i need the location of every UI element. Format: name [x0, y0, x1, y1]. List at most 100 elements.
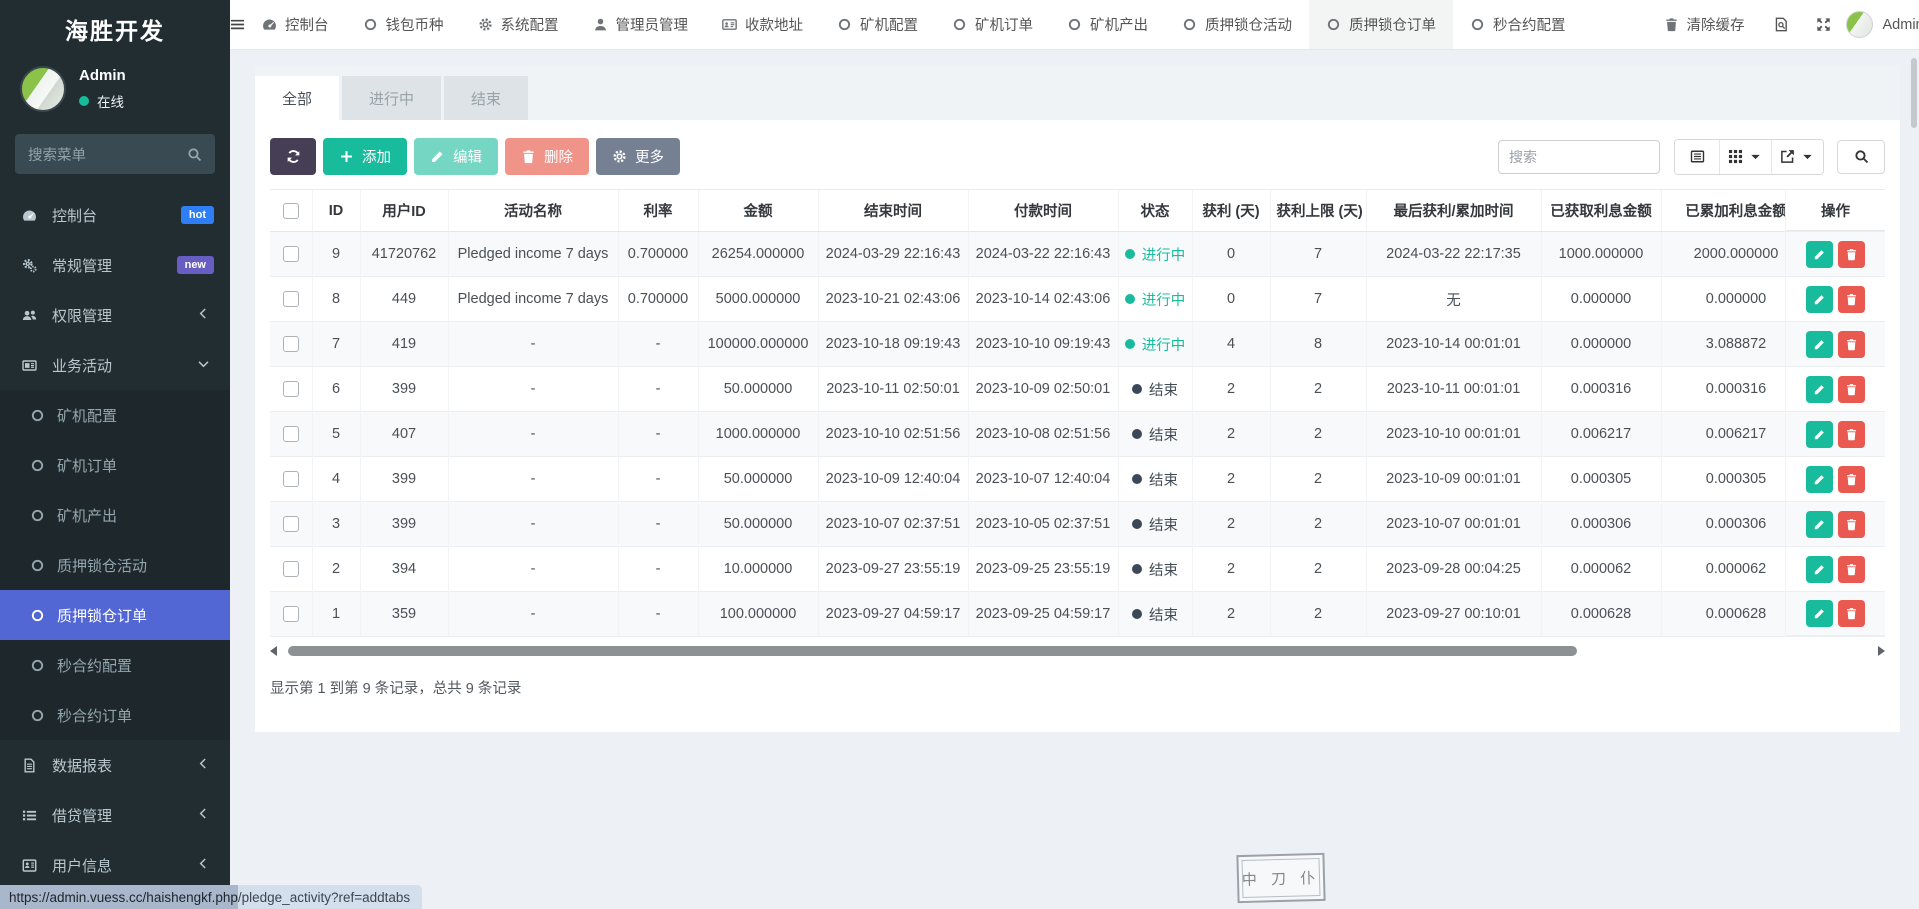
- row-edit-button[interactable]: [1806, 466, 1833, 493]
- sidebar-item-2[interactable]: 权限管理: [0, 290, 230, 340]
- log-search-icon[interactable]: [1762, 0, 1802, 50]
- row-delete-button[interactable]: [1838, 600, 1865, 627]
- row-delete-button[interactable]: [1838, 241, 1865, 268]
- statusbar-link-preview: https://admin.vuess.cc/haishengkf.php /p…: [0, 885, 422, 909]
- row-checkbox[interactable]: [283, 246, 299, 262]
- topnav-item-0[interactable]: 控制台: [245, 0, 346, 49]
- topnav-item-8[interactable]: 质押锁仓活动: [1165, 0, 1309, 49]
- tab-1[interactable]: 进行中: [342, 76, 441, 120]
- toggle-view-button[interactable]: [1675, 140, 1719, 174]
- row-delete-button[interactable]: [1838, 556, 1865, 583]
- more-button[interactable]: 更多: [596, 138, 680, 175]
- submenu-item-3-0[interactable]: 矿机配置: [0, 390, 230, 440]
- refresh-button[interactable]: [270, 138, 316, 175]
- sidebar-item-4[interactable]: 数据报表: [0, 740, 230, 790]
- topnav-avatar[interactable]: [1846, 11, 1873, 38]
- row-checkbox[interactable]: [283, 606, 299, 622]
- scroll-right-icon[interactable]: [1878, 646, 1885, 656]
- fullscreen-icon[interactable]: [1804, 0, 1844, 50]
- sidebar-item-5[interactable]: 借贷管理: [0, 790, 230, 840]
- hamburger-icon[interactable]: [230, 0, 245, 49]
- submenu-item-3-5[interactable]: 秒合约配置: [0, 640, 230, 690]
- scroll-left-icon[interactable]: [270, 646, 277, 656]
- row-checkbox[interactable]: [283, 516, 299, 532]
- row-checkbox[interactable]: [283, 336, 299, 352]
- row-checkbox[interactable]: [283, 561, 299, 577]
- hot-badge: hot: [181, 206, 214, 224]
- row-checkbox[interactable]: [283, 381, 299, 397]
- table-row-2[interactable]: 2394--10.0000002023-09-27 23:55:192023-0…: [270, 547, 1885, 592]
- angle-left-icon: [196, 806, 214, 821]
- submenu-item-3-1[interactable]: 矿机订单: [0, 440, 230, 490]
- row-edit-button[interactable]: [1806, 511, 1833, 538]
- sidebar-item-3[interactable]: 业务活动: [0, 340, 230, 390]
- row-edit-button[interactable]: [1806, 600, 1833, 627]
- topnav-item-2[interactable]: 系统配置: [461, 0, 576, 49]
- topnav-item-10[interactable]: 秒合约配置: [1453, 0, 1583, 49]
- search-submit-button[interactable]: [1837, 140, 1885, 174]
- edit-button[interactable]: 编辑: [414, 138, 498, 175]
- delete-button[interactable]: 删除: [505, 138, 589, 175]
- row-checkbox[interactable]: [283, 471, 299, 487]
- submenu-item-3-3[interactable]: 质押锁仓活动: [0, 540, 230, 590]
- avatar[interactable]: [20, 66, 66, 112]
- cell-activity: -: [448, 592, 618, 637]
- cell-pay_time: 2023-10-08 02:51:56: [968, 412, 1118, 457]
- row-delete-button[interactable]: [1838, 421, 1865, 448]
- submenu-item-3-6[interactable]: 秒合约订单: [0, 690, 230, 740]
- columns-button[interactable]: [1719, 140, 1771, 174]
- new-badge: new: [177, 256, 214, 274]
- sidebar-item-0[interactable]: 控制台hot: [0, 190, 230, 240]
- row-edit-button[interactable]: [1806, 331, 1833, 358]
- table-row-9[interactable]: 941720762Pledged income 7 days0.70000026…: [270, 232, 1885, 277]
- menu-search-input[interactable]: 搜索菜单: [15, 134, 215, 174]
- sidebar-item-1[interactable]: 常规管理new: [0, 240, 230, 290]
- table-row-6[interactable]: 6399--50.0000002023-10-11 02:50:012023-1…: [270, 367, 1885, 412]
- add-button[interactable]: 添加: [323, 138, 407, 175]
- topnav-item-1[interactable]: 钱包币种: [346, 0, 461, 49]
- row-edit-button[interactable]: [1806, 421, 1833, 448]
- topnav-item-7[interactable]: 矿机产出: [1050, 0, 1165, 49]
- sidebar-item-6[interactable]: 用户信息: [0, 840, 230, 890]
- row-delete-button[interactable]: [1838, 331, 1865, 358]
- table-row-1[interactable]: 1359--100.0000002023-09-27 04:59:172023-…: [270, 592, 1885, 637]
- cell-amount: 50.000000: [698, 457, 818, 502]
- cell-profit_days: 2: [1192, 412, 1270, 457]
- table-row-5[interactable]: 5407--1000.0000002023-10-10 02:51:562023…: [270, 412, 1885, 457]
- page-scrollbar[interactable]: [1911, 58, 1917, 128]
- topnav-item-9[interactable]: 质押锁仓订单: [1309, 0, 1453, 49]
- table-search-input[interactable]: [1498, 140, 1660, 174]
- topnav-item-5[interactable]: 矿机配置: [820, 0, 935, 49]
- row-delete-button[interactable]: [1838, 376, 1865, 403]
- row-edit-button[interactable]: [1806, 556, 1833, 583]
- table-row-4[interactable]: 4399--50.0000002023-10-09 12:40:042023-1…: [270, 457, 1885, 502]
- row-edit-button[interactable]: [1806, 241, 1833, 268]
- topnav-item-11[interactable]: 清除缓存: [1647, 0, 1762, 49]
- submenu-item-3-2[interactable]: 矿机产出: [0, 490, 230, 540]
- row-edit-button[interactable]: [1806, 376, 1833, 403]
- row-checkbox[interactable]: [283, 426, 299, 442]
- table-row-8[interactable]: 8449Pledged income 7 days0.7000005000.00…: [270, 277, 1885, 322]
- cell-earned: 0.000306: [1541, 502, 1661, 547]
- scrollbar-thumb[interactable]: [288, 646, 1577, 656]
- topnav-user-name[interactable]: Admin: [1875, 17, 1919, 33]
- export-button[interactable]: [1771, 140, 1823, 174]
- row-delete-button[interactable]: [1838, 511, 1865, 538]
- topnav-item-3[interactable]: 管理员管理: [576, 0, 706, 49]
- tab-0[interactable]: 全部: [255, 76, 339, 120]
- stats-stamp[interactable]: 中 刀 仆: [1236, 853, 1325, 903]
- submenu-item-3-4[interactable]: 质押锁仓订单: [0, 590, 230, 640]
- topnav-item-4[interactable]: 收款地址: [705, 0, 820, 49]
- row-delete-button[interactable]: [1838, 286, 1865, 313]
- select-all-checkbox[interactable]: [283, 203, 299, 219]
- cell-user_id: 41720762: [360, 232, 448, 277]
- row-checkbox[interactable]: [283, 291, 299, 307]
- column-header-11: 已获取利息金额: [1541, 190, 1661, 232]
- table-row-3[interactable]: 3399--50.0000002023-10-07 02:37:512023-1…: [270, 502, 1885, 547]
- row-delete-button[interactable]: [1838, 466, 1865, 493]
- row-edit-button[interactable]: [1806, 286, 1833, 313]
- topnav-item-6[interactable]: 矿机订单: [935, 0, 1050, 49]
- tab-2[interactable]: 结束: [444, 76, 528, 120]
- table-row-7[interactable]: 7419--100000.0000002023-10-18 09:19:4320…: [270, 322, 1885, 367]
- cell-user_id: 399: [360, 367, 448, 412]
